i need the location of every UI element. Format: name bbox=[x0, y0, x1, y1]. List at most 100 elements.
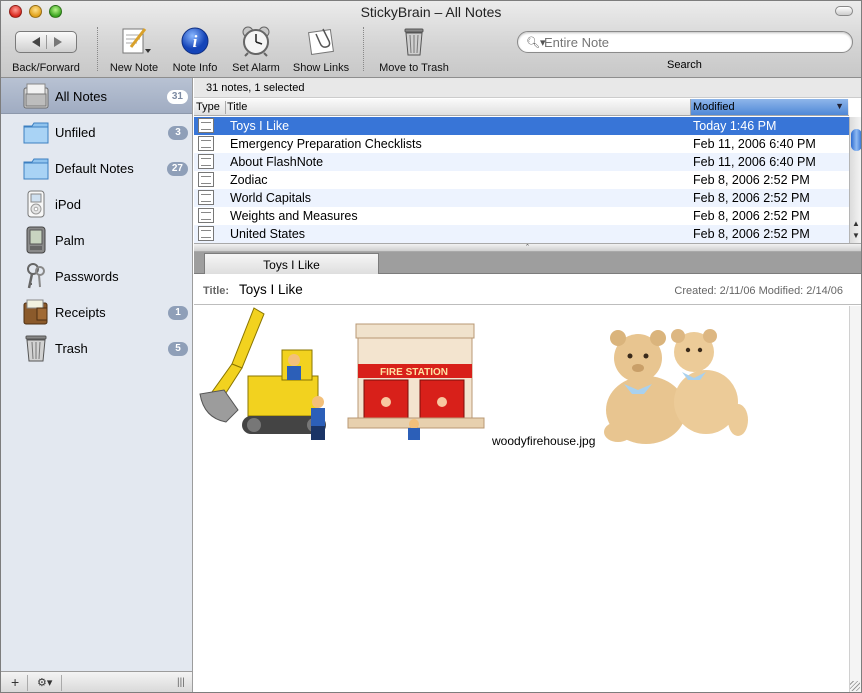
search-icon: 🔍︎▾ bbox=[526, 37, 546, 49]
scroll-up-arrow-icon[interactable]: ▲ bbox=[850, 219, 861, 231]
note-title-row: Title: Toys I Like Created: 2/11/06 Modi… bbox=[194, 275, 861, 305]
list-item[interactable]: United States Feb 8, 2006 2:52 PM bbox=[194, 225, 849, 243]
note-count-badge: 3 bbox=[168, 126, 188, 140]
sidebar-item-label: Palm bbox=[55, 233, 85, 248]
note-modified-cell: Feb 11, 2006 6:40 PM bbox=[693, 137, 816, 151]
folder-icon bbox=[23, 122, 49, 144]
sidebar-item-receipts[interactable]: Receipts 1 bbox=[1, 294, 192, 330]
sidebar-item-all-notes[interactable]: All Notes 31 bbox=[1, 78, 192, 114]
note-info-button[interactable]: i Note Info bbox=[167, 25, 223, 74]
sidebar-item-label: All Notes bbox=[55, 89, 108, 104]
sidebar-footer: + ⚙▾ ||| bbox=[1, 671, 192, 692]
note-body[interactable]: FIRE STATION woodyfirehouse.jpg bbox=[194, 306, 849, 692]
list-item[interactable]: Toys I Like Today 1:46 PM bbox=[194, 117, 849, 135]
sidebar-item-label: Passwords bbox=[55, 269, 119, 284]
note-type-icon bbox=[198, 190, 214, 205]
sidebar-item-trash[interactable]: Trash 5 bbox=[1, 330, 192, 366]
column-header-modified-label: Modified bbox=[693, 101, 735, 113]
note-modified-cell: Today 1:46 PM bbox=[693, 119, 777, 133]
list-item[interactable]: Zodiac Feb 8, 2006 2:52 PM bbox=[194, 171, 849, 189]
folder-icon bbox=[23, 158, 49, 180]
sidebar-item-default-notes[interactable]: Default Notes 27 bbox=[1, 150, 192, 186]
wallet-icon bbox=[23, 299, 48, 325]
title-field-label: Title: bbox=[203, 285, 230, 297]
list-scrollbar[interactable]: ▲ ▼ bbox=[849, 117, 861, 243]
note-modified-cell: Feb 8, 2006 2:52 PM bbox=[693, 227, 810, 241]
note-title-cell: Emergency Preparation Checklists bbox=[230, 137, 422, 151]
search-field[interactable]: 🔍︎▾ bbox=[517, 31, 853, 53]
sidebar-item-unfiled[interactable]: Unfiled 3 bbox=[1, 114, 192, 150]
list-status: 31 notes, 1 selected bbox=[194, 78, 861, 98]
sidebar-item-label: Default Notes bbox=[55, 161, 134, 176]
note-title-cell: Weights and Measures bbox=[230, 209, 358, 223]
ipod-icon bbox=[27, 190, 45, 218]
new-note-label: New Note bbox=[109, 62, 159, 74]
keys-icon bbox=[27, 263, 45, 289]
search-input[interactable] bbox=[544, 34, 844, 50]
back-forward-label: Back/Forward bbox=[12, 62, 80, 74]
sidebar-item-ipod[interactable]: iPod bbox=[1, 186, 192, 222]
pane-splitter[interactable]: ˆ bbox=[194, 243, 861, 253]
note-count-badge: 31 bbox=[166, 90, 188, 104]
add-collection-button[interactable]: + bbox=[11, 674, 19, 690]
note-type-icon bbox=[198, 118, 214, 133]
sidebar-resize-grip[interactable]: ||| bbox=[177, 677, 185, 688]
note-title-cell: United States bbox=[230, 227, 306, 241]
set-alarm-label: Set Alarm bbox=[232, 62, 280, 74]
column-header-title[interactable]: Title bbox=[227, 101, 247, 113]
new-note-icon bbox=[105, 25, 163, 57]
note-type-icon bbox=[198, 154, 214, 169]
all-notes-icon bbox=[23, 83, 49, 109]
sort-descending-icon: ▼ bbox=[835, 101, 844, 111]
note-type-icon bbox=[198, 226, 214, 241]
list-item[interactable]: World Capitals Feb 8, 2006 2:52 PM bbox=[194, 189, 849, 207]
note-scrollbar[interactable] bbox=[849, 306, 861, 692]
list-scroll-thumb[interactable] bbox=[851, 129, 861, 151]
tab-toys-i-like[interactable]: Toys I Like bbox=[204, 253, 379, 274]
toolbar-toggle-button[interactable] bbox=[835, 6, 853, 16]
list-item[interactable]: Weights and Measures Feb 8, 2006 2:52 PM bbox=[194, 207, 849, 225]
action-menu-gear-icon[interactable]: ⚙▾ bbox=[37, 676, 52, 689]
column-header-type[interactable]: Type bbox=[196, 101, 220, 113]
move-to-trash-button[interactable]: Move to Trash bbox=[373, 25, 455, 74]
app-window: StickyBrain – All Notes Back/Forward New… bbox=[0, 0, 862, 693]
new-note-button[interactable]: New Note bbox=[105, 25, 163, 74]
list-item[interactable]: Emergency Preparation Checklists Feb 11,… bbox=[194, 135, 849, 153]
window-resize-grip[interactable] bbox=[850, 681, 860, 691]
toolbar: StickyBrain – All Notes Back/Forward New… bbox=[1, 1, 861, 78]
sidebar-item-palm[interactable]: Palm bbox=[1, 222, 192, 258]
list-header: Type Title Modified ▼ bbox=[194, 99, 849, 116]
note-title-field[interactable]: Toys I Like bbox=[239, 282, 303, 297]
window-title: StickyBrain – All Notes bbox=[360, 4, 502, 20]
toy-excavator-image bbox=[199, 307, 326, 440]
scroll-down-arrow-icon[interactable]: ▼ bbox=[850, 231, 861, 243]
note-modified-cell: Feb 8, 2006 2:52 PM bbox=[693, 191, 810, 205]
note-info-label: Note Info bbox=[172, 62, 218, 74]
back-forward-button[interactable]: Back/Forward bbox=[7, 25, 85, 74]
alarm-clock-icon bbox=[227, 25, 285, 57]
note-title-cell: World Capitals bbox=[230, 191, 312, 205]
toolbar-separator bbox=[363, 27, 364, 71]
set-alarm-button[interactable]: Set Alarm bbox=[227, 25, 285, 74]
note-tab-bar: Toys I Like bbox=[194, 252, 861, 274]
sidebar-item-label: Receipts bbox=[55, 305, 106, 320]
sidebar-item-label: Trash bbox=[55, 341, 88, 356]
note-count-badge: 5 bbox=[168, 342, 188, 356]
paperclip-note-icon bbox=[289, 25, 353, 57]
teddy-bears-image bbox=[604, 329, 748, 444]
sidebar-item-label: Unfiled bbox=[55, 125, 96, 140]
sidebar-item-passwords[interactable]: Passwords bbox=[1, 258, 192, 294]
toolbar-separator bbox=[97, 27, 98, 71]
source-list: All Notes 31 Unfiled 3 Default Notes 27 bbox=[1, 78, 193, 692]
column-header-modified[interactable]: Modified ▼ bbox=[690, 99, 848, 115]
image-filename: woodyfirehouse.jpg bbox=[492, 434, 596, 448]
note-type-icon bbox=[198, 172, 214, 187]
show-links-button[interactable]: Show Links bbox=[289, 25, 353, 74]
list-item[interactable]: About FlashNote Feb 11, 2006 6:40 PM bbox=[194, 153, 849, 171]
back-forward-arrows-icon[interactable] bbox=[15, 31, 77, 53]
note-type-icon bbox=[198, 136, 214, 151]
search-label: Search bbox=[667, 59, 702, 71]
sidebar-item-label: iPod bbox=[55, 197, 82, 212]
trash-icon bbox=[25, 335, 47, 362]
toy-fire-station-image: FIRE STATION bbox=[347, 323, 485, 440]
